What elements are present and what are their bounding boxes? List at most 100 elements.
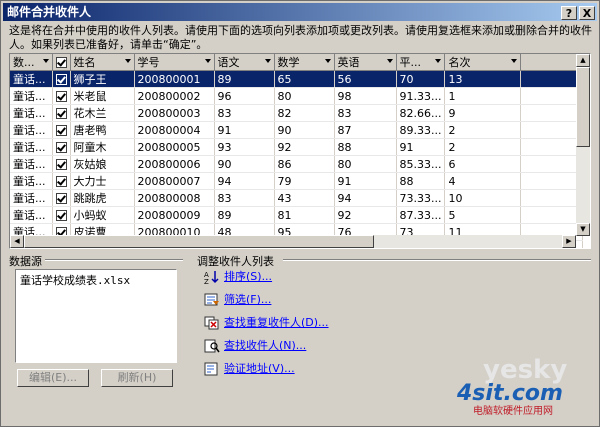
edit-button[interactable]: 编辑(E)... bbox=[17, 369, 89, 387]
english-cell: 98 bbox=[334, 87, 397, 105]
include-checkbox[interactable] bbox=[55, 125, 67, 136]
id-cell: 200800002 bbox=[134, 87, 215, 105]
find-icon bbox=[204, 339, 220, 353]
validate-address-link[interactable]: 验证地址(V)... bbox=[224, 361, 295, 377]
chinese-cell: 96 bbox=[214, 87, 275, 105]
id-cell: 200800006 bbox=[134, 155, 215, 173]
english-cell: 56 bbox=[334, 70, 397, 88]
checkbox-cell bbox=[52, 70, 71, 88]
horizontal-scrollbar[interactable]: ◀ ▶ bbox=[10, 235, 576, 248]
table-row[interactable]: 童话... 狮子王 200800001 89 65 56 70 13 bbox=[10, 70, 584, 88]
table-row[interactable]: 童话... 花木兰 200800003 83 82 83 82.66... 9 bbox=[10, 104, 584, 122]
include-checkbox[interactable] bbox=[55, 176, 67, 187]
sort-icon: A Z bbox=[204, 271, 219, 284]
vertical-scrollbar[interactable]: ▲ ▼ bbox=[576, 54, 590, 236]
table-row[interactable]: 童话... 小蚂蚁 200800009 89 81 92 87.33... 5 bbox=[10, 206, 584, 224]
average-cell: 91.33... bbox=[396, 87, 446, 105]
select-all-checkbox[interactable] bbox=[55, 57, 67, 68]
chinese-cell: 90 bbox=[214, 155, 275, 173]
include-checkbox[interactable] bbox=[55, 108, 67, 119]
rank-cell: 2 bbox=[444, 121, 522, 139]
checkbox-cell bbox=[52, 138, 71, 156]
table-row[interactable]: 童话... 大力士 200800007 94 79 91 88 4 bbox=[10, 172, 584, 190]
table-row[interactable]: 童话... 跳跳虎 200800008 83 43 94 73.33... 10 bbox=[10, 189, 584, 207]
math-cell: 79 bbox=[274, 172, 335, 190]
include-checkbox[interactable] bbox=[55, 193, 67, 204]
find-recipient-link[interactable]: 查找收件人(N)... bbox=[224, 338, 306, 354]
table-row[interactable]: 童话... 米老鼠 200800002 96 80 98 91.33... 1 bbox=[10, 87, 584, 105]
math-cell: 92 bbox=[274, 138, 335, 156]
checkbox-cell bbox=[52, 87, 71, 105]
english-cell: 91 bbox=[334, 172, 397, 190]
table-row[interactable]: 童话... 唐老鸭 200800004 91 90 87 89.33... 2 bbox=[10, 121, 584, 139]
scroll-up-icon[interactable]: ▲ bbox=[576, 54, 590, 67]
average-cell: 87.33... bbox=[396, 206, 446, 224]
rank-cell: 10 bbox=[444, 189, 522, 207]
column-header-id[interactable]: 学号 bbox=[134, 54, 215, 71]
include-checkbox[interactable] bbox=[55, 210, 67, 221]
filter-icon bbox=[204, 293, 219, 306]
chinese-cell: 89 bbox=[214, 206, 275, 224]
source-cell: 童话... bbox=[10, 189, 53, 207]
checkbox-cell bbox=[52, 172, 71, 190]
close-button[interactable]: X bbox=[579, 6, 595, 20]
table-row[interactable]: 童话... 灰姑娘 200800006 90 86 80 85.33... 6 bbox=[10, 155, 584, 173]
source-cell: 童话... bbox=[10, 121, 53, 139]
name-cell: 跳跳虎 bbox=[70, 189, 135, 207]
math-cell: 80 bbox=[274, 87, 335, 105]
name-cell: 小蚂蚁 bbox=[70, 206, 135, 224]
datasource-label: 数据源 bbox=[9, 255, 42, 268]
math-cell: 43 bbox=[274, 189, 335, 207]
filter-link[interactable]: 筛选(F)... bbox=[224, 292, 271, 308]
column-header-check[interactable] bbox=[52, 54, 71, 71]
scroll-right-icon[interactable]: ▶ bbox=[562, 235, 576, 248]
english-cell: 92 bbox=[334, 206, 397, 224]
chinese-cell: 83 bbox=[214, 189, 275, 207]
find-duplicates-link[interactable]: 查找重复收件人(D)... bbox=[224, 315, 329, 331]
datasource-divider bbox=[45, 259, 183, 261]
rank-cell: 5 bbox=[444, 206, 522, 224]
scroll-thumb[interactable] bbox=[576, 67, 590, 147]
title-bar: 邮件合并收件人 ? X bbox=[3, 3, 597, 21]
id-cell: 200800004 bbox=[134, 121, 215, 139]
rank-cell: 13 bbox=[444, 70, 522, 88]
sort-link[interactable]: 排序(S)... bbox=[224, 269, 272, 285]
scroll-left-icon[interactable]: ◀ bbox=[10, 235, 24, 248]
id-cell: 200800003 bbox=[134, 104, 215, 122]
chinese-cell: 94 bbox=[214, 172, 275, 190]
hscroll-thumb[interactable] bbox=[24, 235, 374, 248]
empty-cell bbox=[520, 172, 584, 190]
recipient-list[interactable]: 数... 姓名 学号 语文 数学 英语 平... 名次 童话... 狮子王 2008… bbox=[9, 53, 591, 249]
chinese-cell: 91 bbox=[214, 121, 275, 139]
table-row[interactable]: 童话... 阿童木 200800005 93 92 88 91 2 bbox=[10, 138, 584, 156]
column-header-name[interactable]: 姓名 bbox=[70, 54, 135, 71]
adjust-divider bbox=[283, 259, 591, 261]
rank-cell: 6 bbox=[444, 155, 522, 173]
include-checkbox[interactable] bbox=[55, 159, 67, 170]
empty-cell bbox=[520, 104, 584, 122]
help-button[interactable]: ? bbox=[561, 6, 577, 20]
average-cell: 91 bbox=[396, 138, 446, 156]
rank-cell: 9 bbox=[444, 104, 522, 122]
include-checkbox[interactable] bbox=[55, 142, 67, 153]
column-header-average[interactable]: 平... bbox=[396, 54, 446, 71]
name-cell: 花木兰 bbox=[70, 104, 135, 122]
scroll-down-icon[interactable]: ▼ bbox=[576, 223, 590, 236]
empty-cell bbox=[520, 138, 584, 156]
column-header-math[interactable]: 数学 bbox=[274, 54, 335, 71]
include-checkbox[interactable] bbox=[55, 74, 67, 85]
column-header-english[interactable]: 英语 bbox=[334, 54, 397, 71]
datasource-list[interactable]: 童话学校成绩表.xlsx bbox=[15, 269, 177, 363]
source-cell: 童话... bbox=[10, 206, 53, 224]
datasource-file[interactable]: 童话学校成绩表.xlsx bbox=[20, 274, 130, 287]
refresh-button[interactable]: 刷新(H) bbox=[101, 369, 173, 387]
include-checkbox[interactable] bbox=[55, 91, 67, 102]
svg-text:4sit.com: 4sit.com bbox=[456, 381, 563, 406]
source-cell: 童话... bbox=[10, 155, 53, 173]
column-header-rank[interactable]: 名次 bbox=[444, 54, 522, 71]
column-header-chinese[interactable]: 语文 bbox=[214, 54, 275, 71]
source-cell: 童话... bbox=[10, 87, 53, 105]
checkbox-cell bbox=[52, 189, 71, 207]
svg-text:电脑软硬件应用网: 电脑软硬件应用网 bbox=[473, 404, 553, 417]
column-header-source[interactable]: 数... bbox=[10, 54, 53, 71]
